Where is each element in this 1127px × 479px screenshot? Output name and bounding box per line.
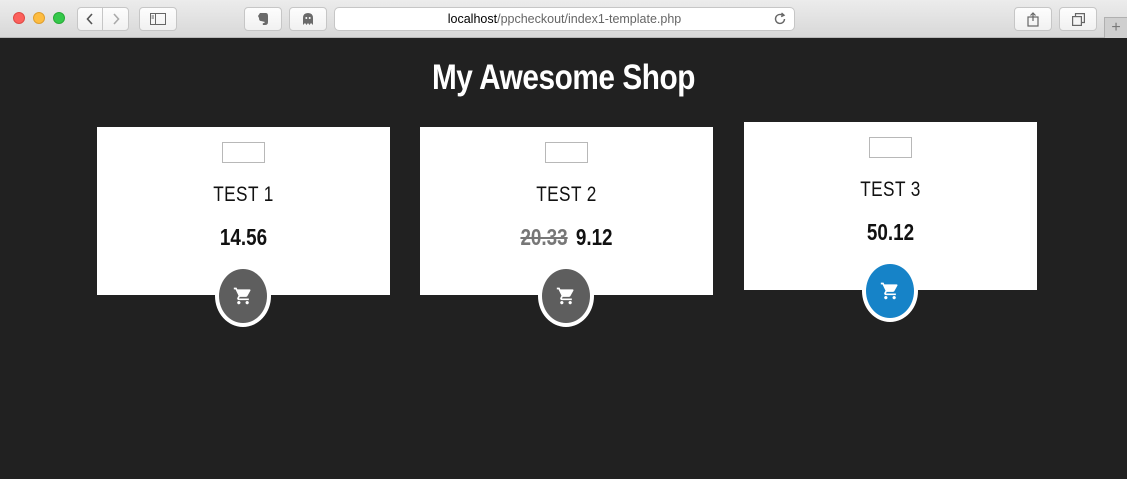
- forward-button[interactable]: [103, 8, 128, 30]
- ghostery-extension-button[interactable]: [289, 7, 327, 31]
- navigation-buttons: [77, 7, 129, 31]
- add-to-cart-button-3[interactable]: [862, 260, 918, 322]
- product-name: TEST 1: [213, 183, 274, 206]
- product-price-row: 50.12: [770, 219, 1010, 246]
- evernote-extension-button[interactable]: [244, 7, 282, 31]
- shopping-cart-icon: [556, 287, 574, 305]
- product-image: [222, 142, 265, 163]
- page-title: My Awesome Shop: [431, 58, 696, 97]
- product-price: 14.56: [219, 224, 268, 250]
- show-tabs-button[interactable]: [1059, 7, 1097, 31]
- product-name: TEST 2: [536, 183, 597, 206]
- minimize-window-button[interactable]: [33, 12, 45, 24]
- url-path: /ppcheckout/index1-template.php: [497, 12, 682, 26]
- share-button[interactable]: [1014, 7, 1052, 31]
- browser-toolbar: localhost/ppcheckout/index1-template.php…: [0, 0, 1127, 38]
- plus-icon: +: [1111, 19, 1121, 36]
- add-to-cart-button-2[interactable]: [538, 265, 594, 327]
- address-bar[interactable]: localhost/ppcheckout/index1-template.php: [334, 7, 795, 31]
- product-price-row: 14.56: [123, 224, 363, 251]
- ghostery-icon: [303, 13, 313, 25]
- share-icon: [1027, 11, 1039, 27]
- sidebar-button[interactable]: [139, 7, 177, 31]
- product-old-price: 20.33: [520, 224, 568, 250]
- close-window-button[interactable]: [13, 12, 25, 24]
- product-price-row: 20.33 9.12: [446, 224, 686, 251]
- product-price: 50.12: [866, 219, 915, 245]
- tabs-icon: [1071, 12, 1085, 26]
- product-image: [869, 137, 912, 158]
- back-button[interactable]: [78, 8, 103, 30]
- product-price: 9.12: [575, 224, 613, 250]
- evernote-icon: [258, 13, 268, 25]
- shopping-cart-icon: [880, 282, 898, 300]
- back-icon: [86, 13, 93, 25]
- url-host: localhost: [447, 12, 498, 26]
- reload-icon[interactable]: [773, 12, 787, 26]
- add-to-cart-button-1[interactable]: [215, 265, 271, 327]
- product-image: [545, 142, 588, 163]
- shopping-cart-icon: [233, 287, 251, 305]
- forward-icon: [112, 13, 120, 25]
- product-name: TEST 3: [860, 178, 921, 201]
- zoom-window-button[interactable]: [53, 12, 65, 24]
- new-tab-button[interactable]: +: [1104, 17, 1127, 38]
- sidebar-icon: [150, 13, 166, 25]
